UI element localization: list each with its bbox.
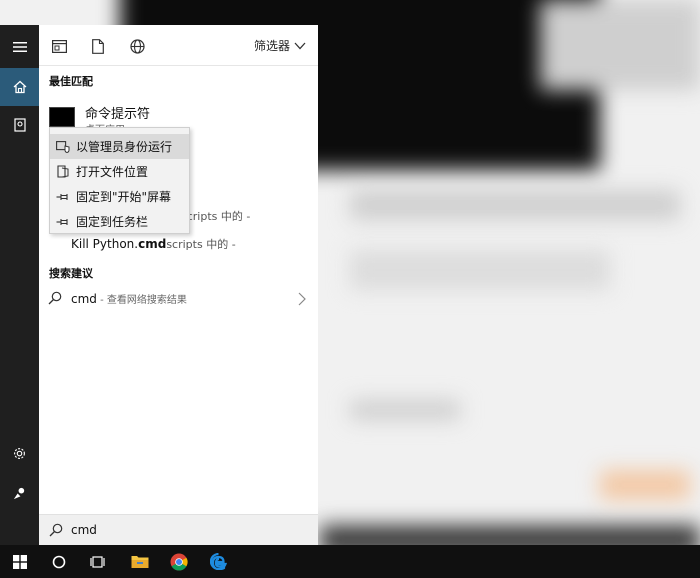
documents-button[interactable] xyxy=(0,106,39,144)
context-menu: 以管理员身份运行 打开文件位置 固定到"开始"屏幕 固定到任务栏 xyxy=(49,127,190,234)
documents-scope-button[interactable] xyxy=(89,37,107,55)
windows-logo-icon xyxy=(12,554,27,569)
pin-icon xyxy=(56,193,68,200)
suggestion-hint: - 查看网络搜索结果 xyxy=(96,295,187,306)
feedback-icon xyxy=(13,487,25,499)
menu-pin-to-start[interactable]: 固定到"开始"屏幕 xyxy=(50,184,189,209)
document-result-2-name: Kill Python. xyxy=(71,237,139,251)
menu-run-as-admin[interactable]: 以管理员身份运行 xyxy=(50,134,189,159)
document-result-1-location: scripts 中的 - xyxy=(181,210,251,223)
start-button[interactable] xyxy=(0,545,39,578)
document-result-1[interactable]: scripts 中的 - xyxy=(181,208,311,226)
chrome-icon xyxy=(170,553,188,571)
settings-button[interactable] xyxy=(0,434,39,472)
hamburger-menu-button[interactable] xyxy=(0,28,39,66)
file-explorer-button[interactable] xyxy=(120,545,159,578)
apps-scope-button[interactable] xyxy=(50,37,68,55)
cortana-button[interactable] xyxy=(39,545,78,578)
web-suggestion-item[interactable]: cmd - 查看网络搜索结果 xyxy=(39,287,318,313)
best-match-heading: 最佳匹配 xyxy=(49,75,93,88)
globe-icon xyxy=(129,38,145,54)
document-result-2-match: cmd xyxy=(138,237,167,251)
web-scope-button[interactable] xyxy=(128,37,146,55)
hamburger-icon xyxy=(12,42,27,52)
filter-dropdown[interactable]: 筛选器 xyxy=(254,37,306,54)
search-icon xyxy=(48,291,62,305)
task-view-icon xyxy=(89,555,105,568)
search-suggestions-heading: 搜索建议 xyxy=(49,267,93,280)
menu-run-as-admin-label: 以管理员身份运行 xyxy=(76,140,173,154)
run-as-admin-icon xyxy=(56,140,70,153)
feedback-button[interactable] xyxy=(0,474,39,512)
filter-label: 筛选器 xyxy=(253,39,290,53)
document-result-2[interactable]: Kill Python.cmdscripts 中的 - xyxy=(71,236,331,254)
search-icon xyxy=(49,523,63,537)
open-folder-icon xyxy=(57,165,69,178)
chevron-down-icon xyxy=(294,42,306,49)
suggestion-query: cmd xyxy=(71,292,97,306)
home-icon xyxy=(13,80,26,94)
cortana-icon xyxy=(52,555,65,568)
search-scope-bar: 筛选器 xyxy=(39,25,318,66)
taskbar xyxy=(0,545,700,578)
menu-pin-to-taskbar-label: 固定到任务栏 xyxy=(76,215,149,229)
search-input[interactable]: cmd xyxy=(71,523,97,537)
command-prompt-icon xyxy=(49,107,75,127)
edge-icon xyxy=(210,553,227,570)
search-results-panel: 筛选器 最佳匹配 命令提示符 桌面应用 scripts 中的 - Kill Py… xyxy=(39,25,318,545)
menu-open-file-location[interactable]: 打开文件位置 xyxy=(50,159,189,184)
app-window-icon xyxy=(51,39,67,53)
task-view-button[interactable] xyxy=(78,545,117,578)
menu-pin-to-taskbar[interactable]: 固定到任务栏 xyxy=(50,209,189,234)
edge-button[interactable] xyxy=(199,545,238,578)
folder-icon xyxy=(131,556,148,568)
menu-open-file-location-label: 打开文件位置 xyxy=(76,165,149,179)
best-match-title: 命令提示符 xyxy=(85,107,151,122)
file-icon xyxy=(92,38,104,54)
search-box[interactable]: cmd xyxy=(39,514,318,545)
chrome-button[interactable] xyxy=(159,545,198,578)
chevron-right-icon xyxy=(298,292,306,306)
pin-icon xyxy=(56,218,68,225)
home-button[interactable] xyxy=(0,68,39,106)
document-result-2-location: scripts 中的 - xyxy=(166,238,236,251)
start-left-rail xyxy=(0,25,39,545)
gear-icon xyxy=(14,447,25,459)
menu-pin-to-start-label: 固定到"开始"屏幕 xyxy=(76,190,172,204)
document-icon xyxy=(13,118,26,132)
